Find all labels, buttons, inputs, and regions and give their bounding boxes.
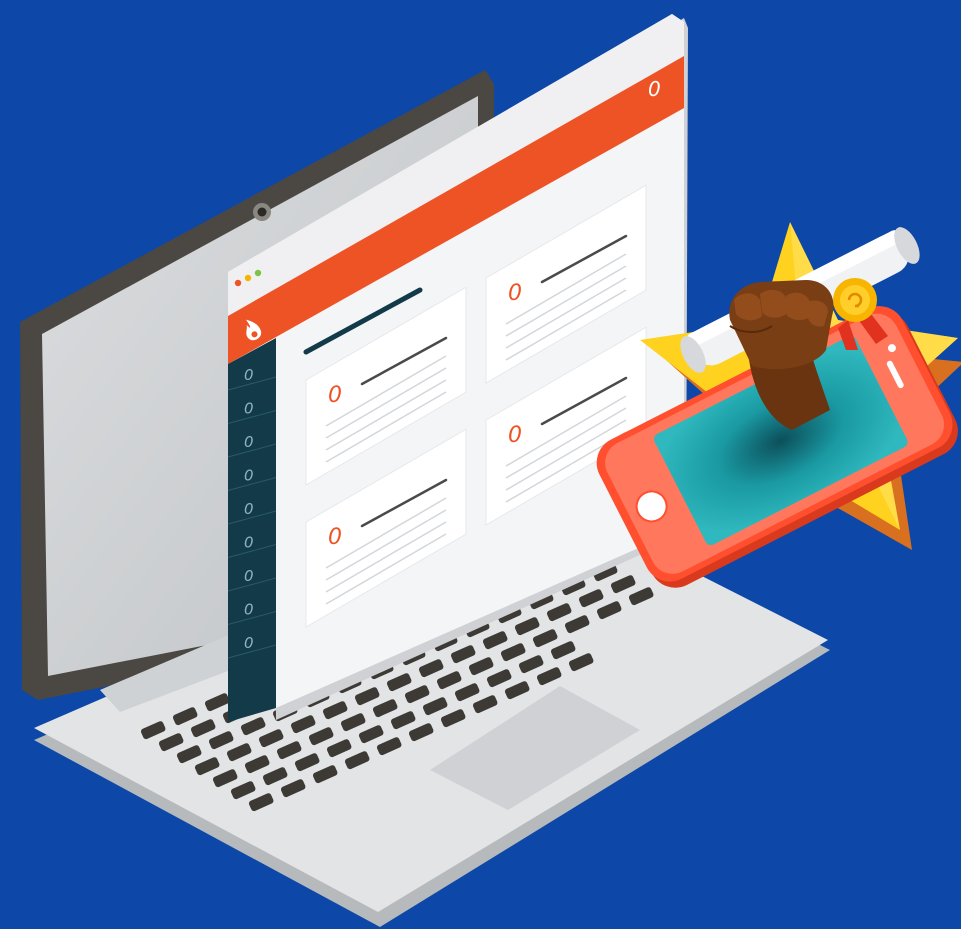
card-icon: 0: [328, 383, 342, 408]
maximize-window-dot[interactable]: [254, 269, 262, 277]
minimize-window-dot[interactable]: [244, 274, 252, 282]
illustration-stage: 0 0 0 0 0 0 0 0 0 0 0 0 0 0: [0, 0, 961, 929]
close-window-dot[interactable]: [234, 279, 242, 287]
sidebar-item-icon: 0: [244, 567, 254, 585]
sidebar-item-icon: 0: [244, 534, 254, 552]
card-icon: 0: [508, 423, 522, 448]
sidebar-item-icon: 0: [244, 400, 254, 418]
laptop-illustration: 0 0 0 0 0 0 0 0 0 0 0 0 0 0: [20, 14, 961, 927]
sidebar-item-icon: 0: [244, 500, 254, 518]
sidebar-item-icon: 0: [244, 601, 254, 619]
card-icon: 0: [508, 281, 522, 306]
sidebar-item-icon: 0: [244, 634, 254, 652]
header-notification-icon[interactable]: 0: [648, 77, 661, 101]
sidebar: [228, 338, 276, 722]
sidebar-item-icon: 0: [244, 467, 254, 485]
card-icon: 0: [328, 525, 342, 550]
sidebar-item-icon: 0: [244, 433, 254, 451]
sidebar-item-icon: 0: [244, 366, 254, 384]
